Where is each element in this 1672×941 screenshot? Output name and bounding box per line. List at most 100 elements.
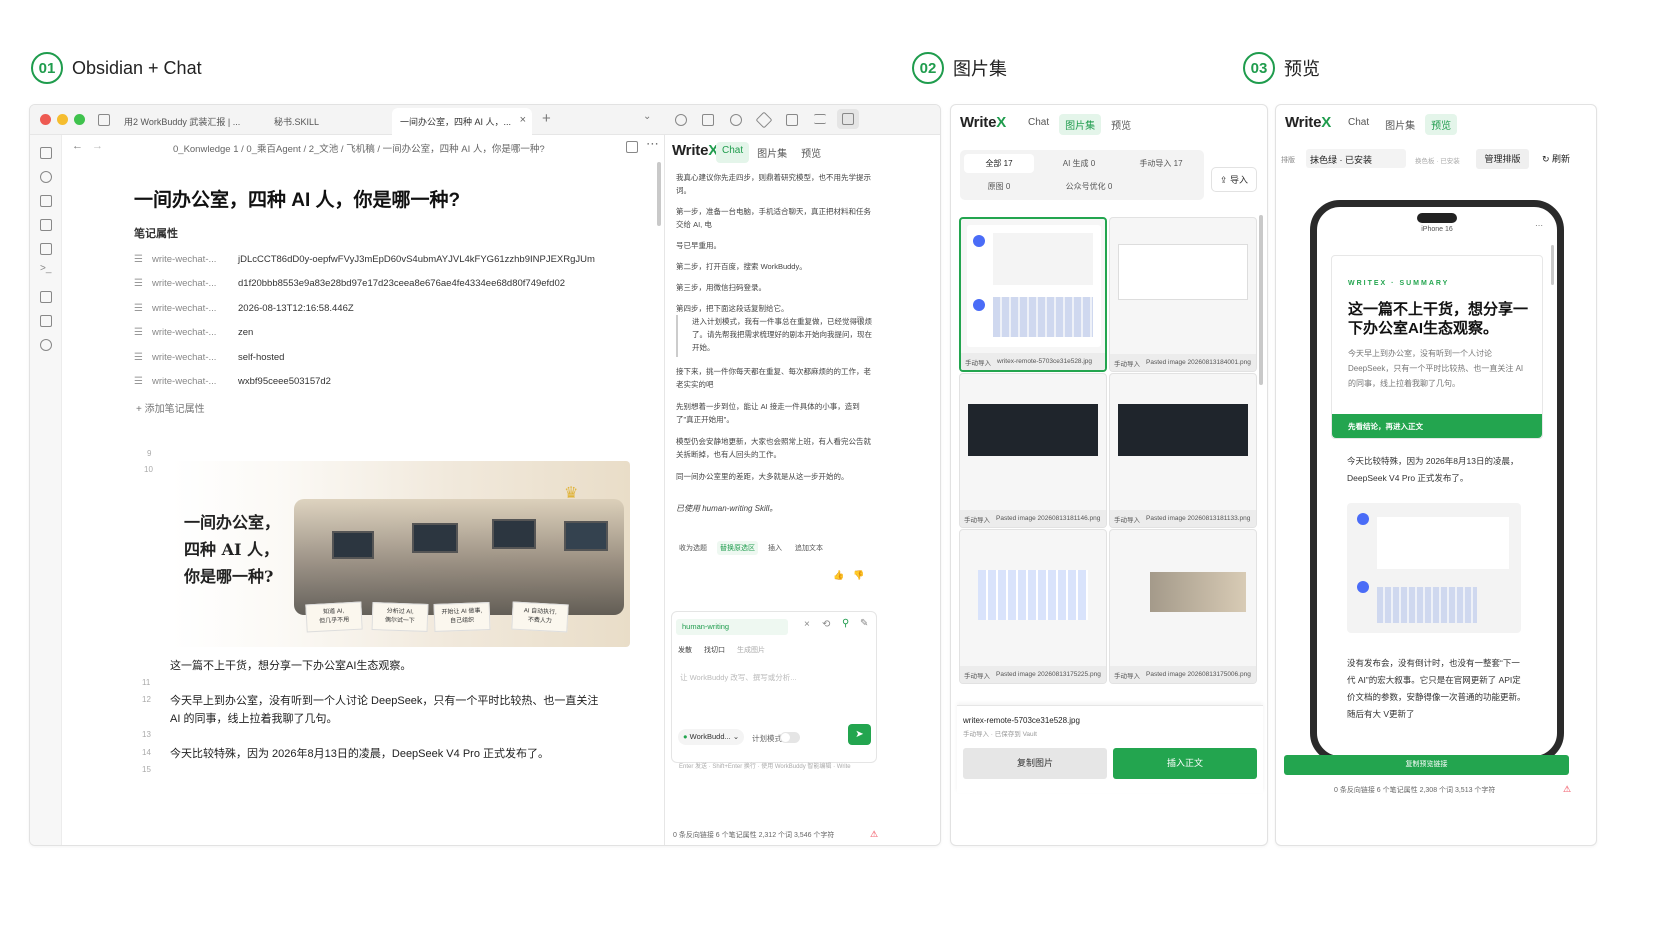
tab-gallery[interactable]: 图片集 — [1379, 114, 1421, 135]
link2-icon[interactable] — [730, 114, 742, 126]
tab-preview[interactable]: 预览 — [1425, 114, 1458, 135]
gallery-scrollbar[interactable] — [1259, 215, 1263, 385]
grid-icon[interactable] — [40, 195, 52, 207]
property-row[interactable]: ☰ write-wechat-... zen — [134, 321, 654, 346]
tab-gallery[interactable]: 图片集 — [1059, 114, 1102, 135]
manage-layout-button[interactable]: 管理排版 — [1476, 149, 1529, 169]
mode-button[interactable]: 找切口 — [704, 645, 725, 655]
import-button[interactable]: ⇪ 导入 — [1211, 167, 1257, 192]
calendar-icon[interactable] — [40, 219, 52, 231]
tab-chat[interactable]: Chat — [1342, 114, 1375, 135]
error-icon[interactable]: ⚠ — [1563, 784, 1571, 795]
agent-select[interactable]: ● WorkBudd... ⌄ — [678, 729, 745, 745]
copy-preview-link-button[interactable]: 复制预览链接 — [1284, 755, 1569, 775]
tab-active-note[interactable]: 一间办公室，四种 AI 人，... × — [392, 108, 532, 135]
filter-wechat[interactable]: 公众号优化 0 — [1044, 177, 1134, 196]
archive-icon[interactable] — [786, 114, 798, 126]
action-button[interactable]: 收为选题 — [676, 541, 710, 555]
property-row[interactable]: ☰ write-wechat-... 2026-08-13T12:16:58.446… — [134, 296, 654, 321]
filter-ai[interactable]: AI 生成 0 — [1044, 154, 1114, 173]
plugin-active-icon[interactable] — [837, 109, 859, 129]
property-row[interactable]: ☰ write-wechat-... wxbf95ceee503157d2 — [134, 370, 654, 395]
action-button[interactable]: 插入 — [765, 541, 785, 555]
image-thumb[interactable]: 手动导入 Pasted image 20260813184001.png — [1109, 217, 1257, 372]
archive-ribbon-icon[interactable] — [40, 315, 52, 327]
line-text: 今天比较特殊，因为 2026年8月13日的凌晨，DeepSeek V4 Pro … — [170, 747, 549, 760]
filter-all[interactable]: 全部 17 — [964, 154, 1034, 173]
property-row[interactable]: ☰ write-wechat-... jDLcCCT86dD0y-oepfwFVyJ… — [134, 247, 654, 272]
line-number: 9 — [147, 449, 152, 458]
image-thumb[interactable]: 手动导入 Pasted image 20260813181146.png — [959, 373, 1107, 528]
property-value[interactable]: 2026-08-13T12:16:58.446Z — [238, 303, 354, 314]
checklist-icon[interactable] — [40, 291, 52, 303]
send-button[interactable]: ➤ — [848, 724, 871, 745]
tab-chat[interactable]: Chat — [716, 142, 750, 163]
edit-icon[interactable]: ✎ — [860, 618, 868, 629]
property-value[interactable]: zen — [238, 327, 253, 338]
refresh-button[interactable]: ↻ 刷新 — [1534, 149, 1578, 169]
close-window-button[interactable] — [40, 114, 51, 125]
minimize-window-button[interactable] — [57, 114, 68, 125]
more-icon[interactable]: ⋯ — [646, 136, 659, 152]
tab-preview[interactable]: 预览 — [1105, 114, 1137, 135]
refresh-icon: ↻ — [1541, 154, 1553, 164]
copy-image-button[interactable]: 复制图片 — [963, 748, 1107, 779]
tab-workbuddy[interactable]: 用2 WorkBuddy 武装汇报 | ... — [118, 110, 266, 131]
thumbs-up-icon[interactable]: 👍 — [833, 570, 844, 581]
remove-skill-icon[interactable]: × — [804, 619, 810, 630]
new-tab-icon[interactable]: + — [542, 110, 551, 127]
graph-icon[interactable] — [40, 171, 52, 183]
close-tab-icon[interactable]: × — [520, 114, 526, 126]
insert-body-button[interactable]: 插入正文 — [1113, 748, 1257, 779]
property-value[interactable]: d1f20bbb8553e9a83e28bd97e17d23ceea8e676a… — [238, 278, 565, 289]
filter-original[interactable]: 原图 0 — [964, 177, 1034, 196]
image-thumb[interactable]: 手动导入 Pasted image 20260813181133.png — [1109, 373, 1257, 528]
tab-preview[interactable]: 预览 — [795, 142, 827, 163]
thumbs-down-icon[interactable]: 👎 — [853, 570, 864, 581]
filter-manual[interactable]: 手动导入 17 — [1122, 154, 1200, 173]
list-icon[interactable] — [814, 114, 826, 124]
message-input[interactable]: 让 WorkBuddy 改写、撰写或分析... — [680, 672, 870, 712]
link-icon[interactable] — [675, 114, 687, 126]
plugin-badge-icon[interactable]: ⚲ — [842, 618, 849, 629]
mode-button[interactable]: 生成图片 — [737, 645, 765, 655]
property-value[interactable]: self-hosted — [238, 352, 284, 363]
tab-skill[interactable]: 秘书.SKILL — [268, 110, 388, 131]
sidebar-toggle-icon[interactable] — [98, 114, 110, 126]
image-thumb[interactable]: 手动导入 writex-remote-5703ce31e528.jpg — [959, 217, 1107, 372]
back-icon[interactable]: ← — [72, 140, 83, 152]
error-icon[interactable]: ⚠ — [870, 829, 878, 840]
breadcrumb[interactable]: 0_Konwledge 1 / 0_乘百Agent / 2_文池 / 飞机稿 /… — [173, 141, 545, 155]
file-icon[interactable] — [702, 114, 714, 126]
history-icon[interactable]: ⟲ — [822, 619, 830, 630]
copy-icon[interactable]: ⎘ — [857, 315, 864, 326]
action-button[interactable]: 替换原选区 — [717, 541, 758, 555]
chat-scrollbar[interactable] — [657, 162, 661, 226]
skill-chip[interactable]: human-writing — [676, 619, 788, 635]
property-row[interactable]: ☰ write-wechat-... self-hosted — [134, 345, 654, 370]
forward-icon[interactable]: → — [92, 140, 103, 152]
property-value[interactable]: jDLcCCT86dD0y-oepfwFVyJ3mEpD60vS4ubmAYJV… — [238, 254, 595, 265]
add-property-button[interactable]: + 添加笔记属性 — [136, 400, 205, 415]
copy-icon[interactable] — [40, 243, 52, 255]
theme-select[interactable]: 抹色绿 · 已安装 — [1306, 149, 1406, 168]
image-thumb[interactable]: 手动导入 Pasted image 20260813175225.png — [959, 529, 1107, 684]
reading-view-icon[interactable] — [626, 141, 638, 153]
chevron-down-icon[interactable]: ⌄ — [643, 111, 651, 122]
section-title: Obsidian + Chat — [72, 57, 202, 78]
property-value[interactable]: wxbf95ceee503157d2 — [238, 376, 331, 387]
terminal-icon[interactable]: >_ — [40, 263, 51, 274]
summary-button[interactable]: 先看结论，再进入正文 — [1332, 414, 1542, 438]
selected-image-panel: writex-remote-5703ce31e528.jpg 手动导入 · 已保… — [957, 705, 1263, 793]
mode-button[interactable]: 发散 — [678, 645, 692, 655]
plugin-icon[interactable] — [40, 339, 52, 351]
tab-gallery[interactable]: 图片集 — [751, 142, 793, 163]
maximize-window-button[interactable] — [74, 114, 85, 125]
action-button[interactable]: 追加文本 — [792, 541, 826, 555]
chat-message: 第四步，把下面这段话复制给它。 — [676, 304, 789, 313]
plan-mode-toggle[interactable] — [780, 732, 800, 743]
tab-chat[interactable]: Chat — [1022, 114, 1055, 135]
image-thumb[interactable]: 手动导入 Pasted image 20260813175006.png — [1109, 529, 1257, 684]
files-icon[interactable] — [40, 147, 52, 159]
property-row[interactable]: ☰ write-wechat-... d1f20bbb8553e9a83e28bd9… — [134, 272, 654, 297]
